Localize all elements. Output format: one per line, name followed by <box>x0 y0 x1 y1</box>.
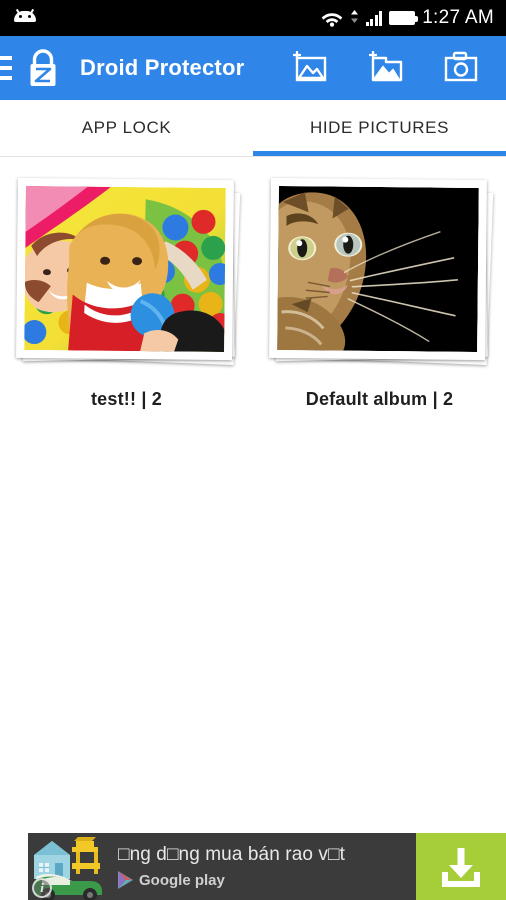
album-grid: test!! | 2 Default album | 2 <box>0 157 506 410</box>
padlock-icon <box>20 45 66 91</box>
android-robot-icon <box>14 8 36 26</box>
photo-stack <box>264 175 496 367</box>
status-bar-left <box>14 8 321 26</box>
house-car-furniture-illustration: i <box>28 833 108 900</box>
app-bar: Droid Protector <box>0 36 506 100</box>
ad-store-row: Google play <box>118 871 416 889</box>
album-thumbnail <box>15 177 234 361</box>
status-bar-clock: 1:27 AM <box>422 7 494 28</box>
album-thumbnail <box>268 177 487 361</box>
ad-banner[interactable]: i □ng d□ng mua bán rao v□t Google play <box>28 833 506 900</box>
ad-headline: □ng d□ng mua bán rao v□t <box>118 844 345 865</box>
status-bar-right: 1:27 AM <box>321 7 494 29</box>
photo-stack <box>11 175 243 367</box>
app-bar-actions <box>288 47 506 89</box>
add-picture-icon[interactable] <box>288 47 330 89</box>
album-label: Default album | 2 <box>305 389 454 409</box>
tab-bar: APP LOCK HIDE PICTURES <box>0 100 506 157</box>
cellular-signal-icon <box>365 10 383 26</box>
album-label: test!! | 2 <box>90 389 163 409</box>
album-item-test[interactable]: test!! | 2 <box>0 167 253 410</box>
ad-info-badge[interactable]: i <box>32 878 52 898</box>
hamburger-menu-icon[interactable] <box>0 36 14 100</box>
album-item-default[interactable]: Default album | 2 <box>253 167 506 410</box>
tab-app-lock[interactable]: APP LOCK <box>0 100 253 156</box>
tab-active-indicator <box>253 151 506 156</box>
battery-icon <box>389 11 419 25</box>
tab-hide-pictures[interactable]: HIDE PICTURES <box>253 100 506 156</box>
data-transfer-arrows-icon <box>350 10 359 26</box>
status-bar: 1:27 AM <box>0 0 506 36</box>
tab-hide-pictures-label: HIDE PICTURES <box>309 118 450 137</box>
google-play-label: Google play <box>139 871 225 889</box>
camera-icon[interactable] <box>440 47 482 89</box>
google-play-icon <box>118 871 133 889</box>
tab-app-lock-label: APP LOCK <box>81 118 172 137</box>
ad-text-area: □ng d□ng mua bán rao v□t Google play <box>108 844 416 889</box>
download-icon[interactable] <box>416 833 506 900</box>
wifi-icon <box>321 10 343 27</box>
page-title: Droid Protector <box>80 55 245 80</box>
add-album-icon[interactable] <box>364 47 406 89</box>
